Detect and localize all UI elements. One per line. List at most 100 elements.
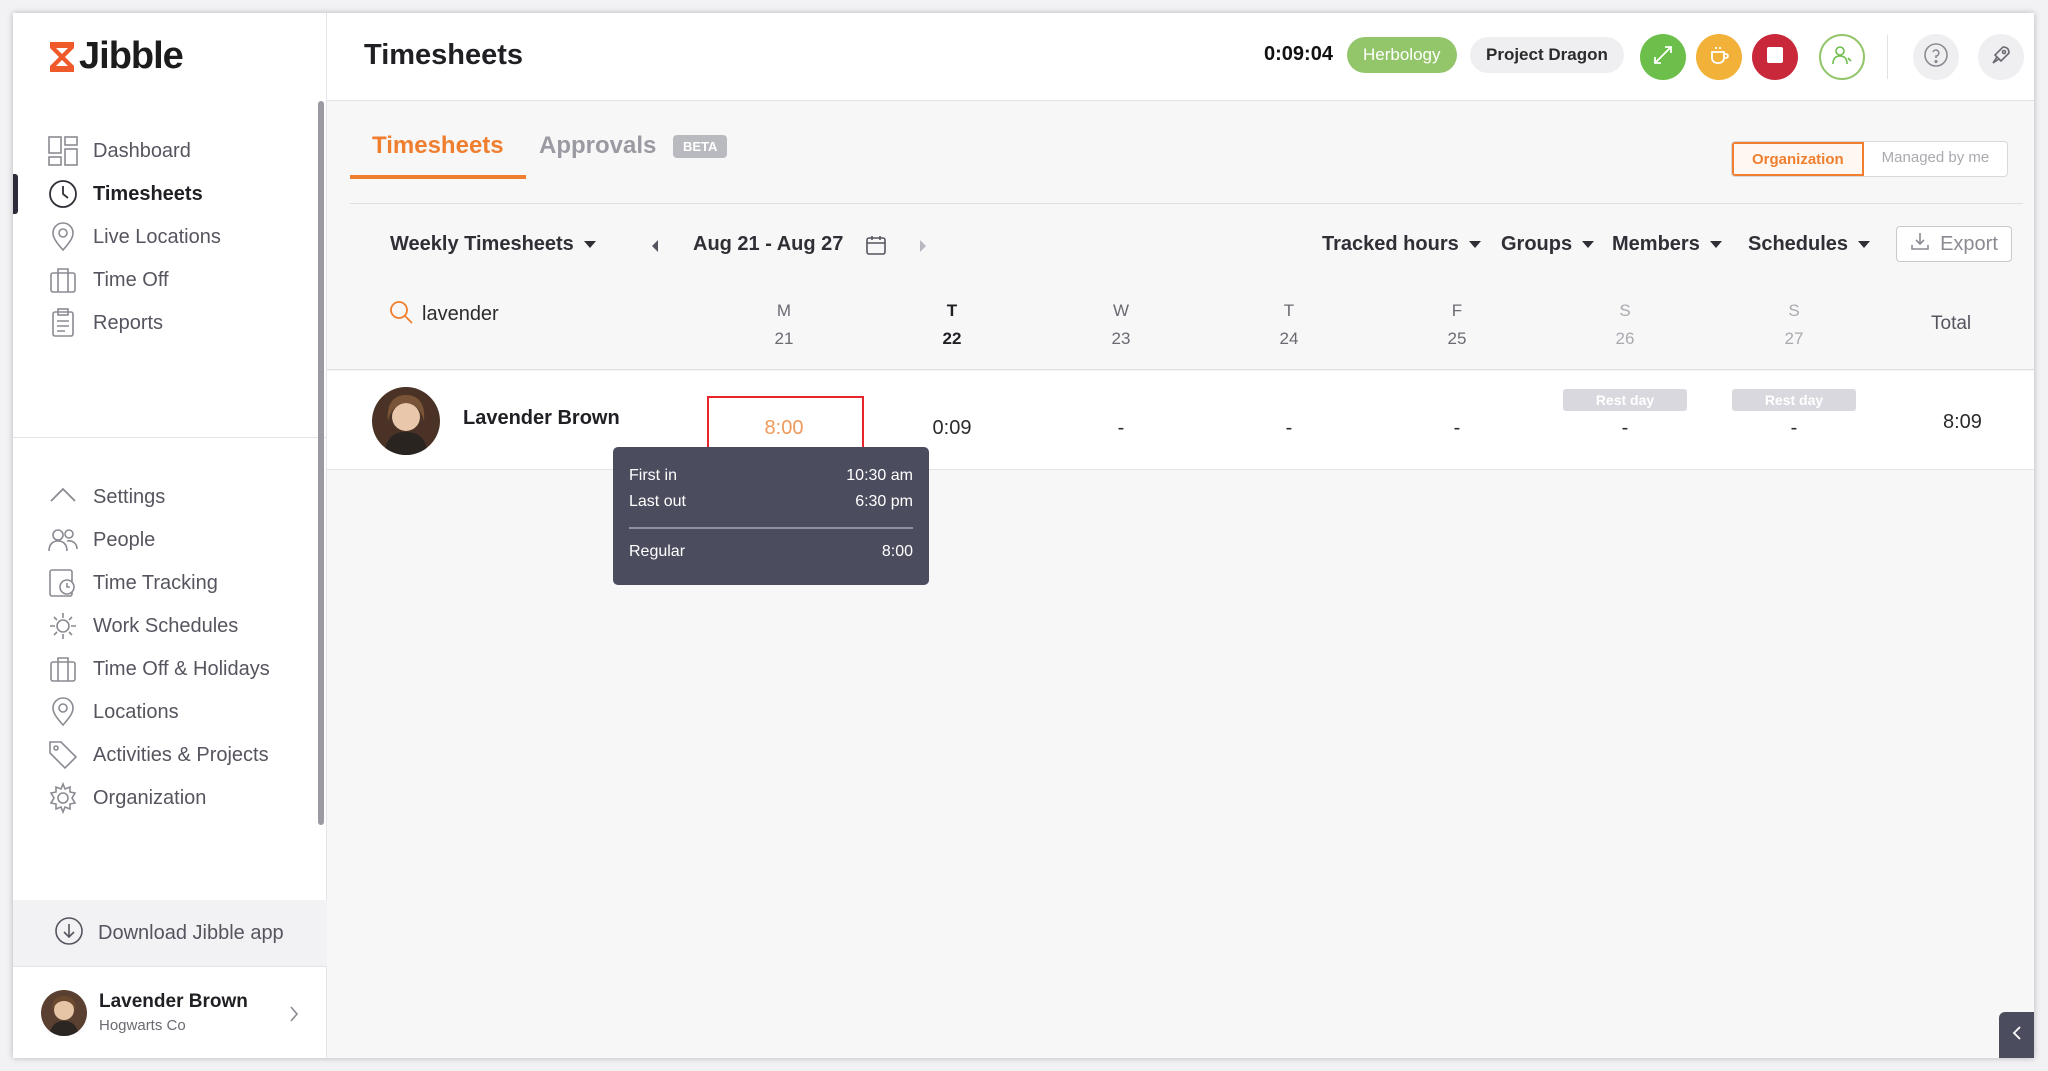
sidebar-item-label: Reports <box>93 311 164 334</box>
tab-timesheets[interactable]: Timesheets <box>350 123 526 179</box>
calendar-icon <box>866 236 886 255</box>
user-name: Lavender Brown <box>99 991 248 1012</box>
member-name[interactable]: Lavender Brown <box>463 407 620 430</box>
kiosk-button[interactable] <box>1819 34 1865 80</box>
caret-down-icon <box>1582 241 1595 248</box>
groups-dropdown[interactable]: Groups <box>1501 233 1595 256</box>
beta-badge: BETA <box>673 135 728 158</box>
last-out-label: Last out <box>629 493 686 510</box>
chevron-up-icon <box>47 481 79 513</box>
regular-value: 8:00 <box>881 543 913 560</box>
groups-label: Groups <box>1501 233 1573 255</box>
collapse-panel-button[interactable] <box>1999 1012 2034 1058</box>
table-row[interactable]: Lavender Brown 8:00 0:09 - - - Rest day … <box>327 371 2034 470</box>
day-cell-wed[interactable]: - <box>1081 417 1161 440</box>
search-input[interactable] <box>422 303 572 326</box>
sidebar-item-reports[interactable]: Reports <box>13 297 327 349</box>
day-cell-thu[interactable]: - <box>1249 417 1329 440</box>
export-button[interactable]: Export <box>1896 226 2012 262</box>
scope-organization-button[interactable]: Organization <box>1732 142 1864 176</box>
sidebar-item-label: Activities & Projects <box>93 743 269 766</box>
day-cell-fri[interactable]: - <box>1417 417 1497 440</box>
clock-icon <box>47 178 79 210</box>
scope-managed-button[interactable]: Managed by me <box>1864 142 2008 176</box>
toolbar: Weekly Timesheets Aug 21 - Aug 27 Tracke… <box>350 223 2023 273</box>
tab-approvals[interactable]: Approvals <box>539 123 656 179</box>
members-label: Members <box>1612 233 1700 255</box>
top-header: Timesheets 0:09:04 Herbology Project Dra… <box>327 13 2034 101</box>
prev-week-button[interactable] <box>650 239 660 258</box>
break-button[interactable] <box>1696 34 1742 80</box>
clipboard-icon <box>47 307 79 339</box>
switch-icon <box>1651 43 1675 72</box>
caret-down-icon <box>1468 241 1481 248</box>
sidebar-item-label: Work Schedules <box>93 614 239 637</box>
download-icon <box>1910 231 1930 257</box>
day-cell-sun[interactable]: - <box>1754 417 1834 440</box>
day-cell-mon[interactable]: 8:00 <box>744 417 824 440</box>
download-app-button[interactable]: Download Jibble app <box>13 900 327 966</box>
day-header-sun: S 27 <box>1784 301 1804 348</box>
tooltip-divider <box>629 527 913 529</box>
location-pin-icon <box>47 696 79 728</box>
day-header-sat: S 26 <box>1615 301 1635 348</box>
sidebar-item-organization[interactable]: Organization <box>13 772 327 824</box>
caret-down-icon <box>1858 241 1871 248</box>
sidebar-item-label: Timesheets <box>93 182 203 205</box>
day-header-mon: M 21 <box>774 301 794 348</box>
sidebar-item-label: Dashboard <box>93 139 191 162</box>
sidebar-item-label: Locations <box>93 700 179 723</box>
caret-down-icon <box>583 241 596 248</box>
view-dropdown[interactable]: Weekly Timesheets <box>390 233 596 256</box>
day-header-thu: T 24 <box>1279 301 1299 348</box>
tabs-underline <box>350 203 2023 204</box>
export-label: Export <box>1940 232 1998 255</box>
last-out-value: 6:30 pm <box>855 493 913 510</box>
help-button[interactable] <box>1913 34 1959 80</box>
sidebar-scrollbar[interactable] <box>318 101 324 825</box>
day-header-tue: T 22 <box>942 301 962 348</box>
rest-day-badge: Rest day <box>1732 389 1856 411</box>
user-clock-icon <box>1830 43 1854 72</box>
schedules-label: Schedules <box>1748 233 1849 255</box>
switch-activity-button[interactable] <box>1640 34 1686 80</box>
people-icon <box>47 524 79 556</box>
page-title: Timesheets <box>364 39 524 71</box>
calendar-button[interactable] <box>864 233 888 262</box>
search-box <box>388 299 572 330</box>
help-icon <box>1923 42 1949 73</box>
project-badge[interactable]: Project Dragon <box>1470 37 1624 73</box>
header-separator <box>1887 35 1888 79</box>
sidebar: Jibble Dashboard Timesheets Live Locatio… <box>13 13 327 1058</box>
day-cell-tue[interactable]: 0:09 <box>912 417 992 440</box>
download-app-label: Download Jibble app <box>98 921 284 944</box>
day-header-wed: W 23 <box>1111 301 1131 348</box>
caret-left-icon <box>652 240 658 252</box>
schedule-icon <box>47 610 79 642</box>
user-profile[interactable]: Lavender Brown Hogwarts Co <box>13 966 327 1058</box>
rest-day-badge: Rest day <box>1563 389 1687 411</box>
members-dropdown[interactable]: Members <box>1612 233 1722 256</box>
date-range[interactable]: Aug 21 - Aug 27 <box>693 233 843 256</box>
total-header: Total <box>1931 313 1972 334</box>
activity-badge[interactable]: Herbology <box>1347 37 1457 73</box>
logo-text: Jibble <box>79 35 184 77</box>
sidebar-item-label: Time Off & Holidays <box>93 657 270 680</box>
logo[interactable]: Jibble <box>47 35 184 78</box>
location-pin-icon <box>47 221 79 253</box>
next-week-button[interactable] <box>918 239 928 258</box>
avatar <box>372 387 440 455</box>
stop-timer-button[interactable] <box>1752 34 1798 80</box>
jibble-logo-icon <box>50 41 74 72</box>
day-cell-sat[interactable]: - <box>1585 417 1665 440</box>
tracked-hours-label: Tracked hours <box>1322 233 1459 255</box>
tracked-hours-dropdown[interactable]: Tracked hours <box>1322 233 1481 256</box>
integrations-button[interactable] <box>1978 34 2024 80</box>
sidebar-item-label: Live Locations <box>93 225 221 248</box>
suitcase-icon <box>47 653 79 685</box>
scope-toggle: Organization Managed by me <box>1731 141 2009 177</box>
schedules-dropdown[interactable]: Schedules <box>1748 233 1871 256</box>
sidebar-item-label: Time Off <box>93 268 169 291</box>
dashboard-icon <box>47 135 79 167</box>
sidebar-item-label: Time Tracking <box>93 571 218 594</box>
